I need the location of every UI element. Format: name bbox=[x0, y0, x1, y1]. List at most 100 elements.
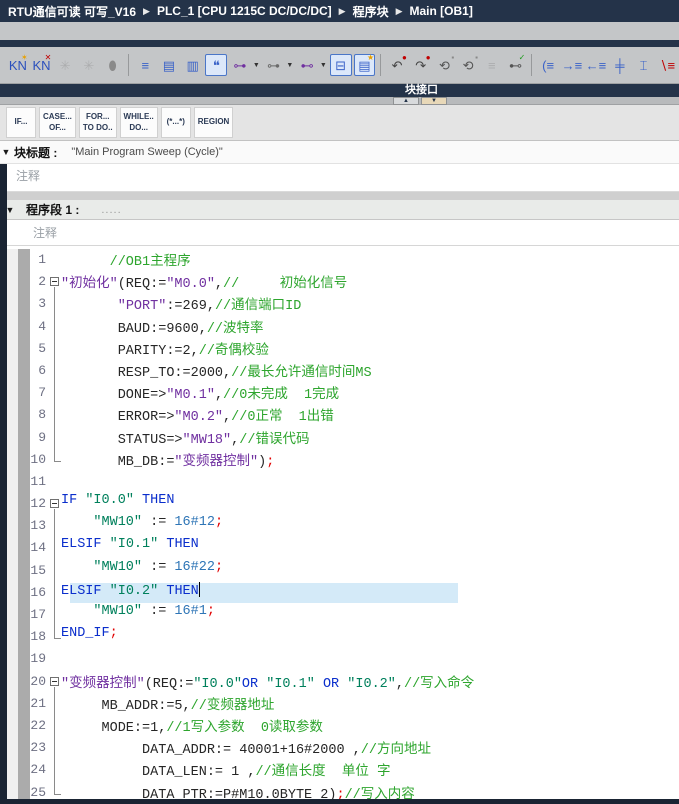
breakpoint-gutter[interactable] bbox=[18, 715, 30, 737]
code-line[interactable]: 19 bbox=[0, 648, 679, 670]
operand-kn-dropdown[interactable]: ▼ bbox=[319, 54, 328, 76]
breakpoint-gutter[interactable] bbox=[18, 560, 30, 582]
interface-collapse-button[interactable]: ▼ bbox=[421, 97, 447, 105]
retain-icon[interactable]: ⬮ bbox=[102, 54, 124, 76]
code-line[interactable]: 11 bbox=[0, 471, 679, 493]
code-line[interactable]: 8 ERROR=>"M0.2",//0正常 1出错 bbox=[0, 404, 679, 426]
operand-kn-icon[interactable]: ⊷ bbox=[296, 54, 318, 76]
block-title-collapse-icon[interactable]: ▼ bbox=[0, 147, 12, 157]
snippet-while[interactable]: WHILE..DO... bbox=[120, 107, 158, 138]
code-line-text[interactable]: END_IF; bbox=[61, 626, 118, 648]
absolute-toggle-icon[interactable]: ⊟ bbox=[330, 54, 352, 76]
code-line-text[interactable]: DATA_ADDR:= 40001+16#2000 ,//方向地址 bbox=[61, 737, 431, 759]
insert-row-before-icon[interactable]: ✳ bbox=[54, 54, 76, 76]
breakpoint-gutter[interactable] bbox=[18, 493, 30, 515]
breakpoint-gutter[interactable] bbox=[18, 449, 30, 471]
breakpoint-gutter[interactable] bbox=[18, 382, 30, 404]
code-line-text[interactable]: DATA_LEN:= 1 ,//通信长度 单位 字 bbox=[61, 759, 390, 781]
collapse-networks-icon[interactable]: ▥ bbox=[182, 54, 204, 76]
code-line-text[interactable]: ELSIF "I0.1" THEN bbox=[61, 537, 199, 559]
code-line-text[interactable]: STATUS=>"MW18",//错误代码 bbox=[61, 427, 309, 449]
code-line[interactable]: 13 "MW10" := 16#12; bbox=[0, 515, 679, 537]
snippet-for[interactable]: FOR...TO DO.. bbox=[79, 107, 117, 138]
breakpoint-gutter[interactable] bbox=[18, 671, 30, 693]
block-title-value[interactable]: "Main Program Sweep (Cycle)" bbox=[71, 146, 222, 158]
code-line[interactable]: 10 MB_DB:="变频器控制"); bbox=[0, 449, 679, 471]
code-line[interactable]: 2"初始化"(REQ:="M0.0",// 初始化信号 bbox=[0, 271, 679, 293]
expand-networks-icon[interactable]: ▤ bbox=[158, 54, 180, 76]
code-line[interactable]: 23 DATA_ADDR:= 40001+16#2000 ,//方向地址 bbox=[0, 737, 679, 759]
line-markers-icon[interactable]: ⌶ bbox=[633, 54, 655, 76]
breakpoint-gutter[interactable] bbox=[18, 316, 30, 338]
code-line-text[interactable]: MB_ADDR:=5,//变频器地址 bbox=[61, 693, 274, 715]
breadcrumb-item[interactable]: PLC_1 [CPU 1215C DC/DC/DC] bbox=[157, 4, 332, 18]
breakpoint-gutter[interactable] bbox=[18, 249, 30, 271]
delete-network-icon[interactable]: KN✕ bbox=[31, 54, 53, 76]
code-line[interactable]: 6 RESP_TO:=2000,//最长允许通信时间MS bbox=[0, 360, 679, 382]
breakpoint-gutter[interactable] bbox=[18, 582, 30, 604]
breakpoint-gutter[interactable] bbox=[18, 604, 30, 626]
code-line[interactable]: 18END_IF; bbox=[0, 626, 679, 648]
code-line-text[interactable]: DONE=>"M0.1",//0未完成 1完成 bbox=[61, 382, 339, 404]
insert-row-after-icon[interactable]: ✳ bbox=[78, 54, 100, 76]
fold-collapse-icon[interactable] bbox=[50, 277, 59, 286]
breakpoint-gutter[interactable] bbox=[18, 360, 30, 382]
code-line[interactable]: 1 //OB1主程序 bbox=[0, 249, 679, 271]
code-line[interactable]: 17 "MW10" := 16#1; bbox=[0, 604, 679, 626]
network-comment-field[interactable]: 注释 bbox=[0, 220, 679, 246]
paragraph-icon[interactable]: ≡ bbox=[481, 54, 503, 76]
format-icon[interactable]: ╪ bbox=[609, 54, 631, 76]
fold-collapse-icon[interactable] bbox=[50, 677, 59, 686]
code-line-text[interactable]: ERROR=>"M0.2",//0正常 1出错 bbox=[61, 404, 334, 426]
snippet-if[interactable]: IF... bbox=[6, 107, 36, 138]
breakpoint-gutter[interactable] bbox=[18, 427, 30, 449]
interface-expand-button[interactable]: ▲ bbox=[393, 97, 419, 105]
code-line-text[interactable]: //OB1主程序 bbox=[61, 249, 191, 271]
absolute-operand-icon[interactable]: ⊶ bbox=[229, 54, 251, 76]
code-line-text[interactable]: BAUD:=9600,//波特率 bbox=[61, 316, 264, 338]
strikethrough-icon[interactable]: ∖≡ bbox=[656, 54, 678, 76]
show-networks-icon[interactable]: ≡ bbox=[134, 54, 156, 76]
indent-icon[interactable]: →≡ bbox=[561, 54, 583, 76]
code-line[interactable]: 15 "MW10" := 16#22; bbox=[0, 560, 679, 582]
breakpoint-gutter[interactable] bbox=[18, 693, 30, 715]
prev-error-icon[interactable]: ↶● bbox=[386, 54, 408, 76]
code-line[interactable]: 21 MB_ADDR:=5,//变频器地址 bbox=[0, 693, 679, 715]
code-line-text[interactable]: "PORT":=269,//通信端口ID bbox=[61, 293, 301, 315]
breakpoint-gutter[interactable] bbox=[18, 293, 30, 315]
network-header[interactable]: ▼ 程序段 1 : ..... bbox=[0, 200, 679, 220]
snippet-region[interactable]: REGION bbox=[194, 107, 234, 138]
code-line[interactable]: 3 "PORT":=269,//通信端口ID bbox=[0, 293, 679, 315]
breadcrumb-item[interactable]: Main [OB1] bbox=[410, 4, 473, 18]
code-line-text[interactable]: "MW10" := 16#1; bbox=[61, 604, 215, 626]
breakpoint-gutter[interactable] bbox=[18, 759, 30, 781]
code-line[interactable]: 7 DONE=>"M0.1",//0未完成 1完成 bbox=[0, 382, 679, 404]
next-error-icon[interactable]: ↷● bbox=[410, 54, 432, 76]
breakpoint-gutter[interactable] bbox=[18, 271, 30, 293]
breadcrumb-item[interactable]: RTU通信可读 可写_V16 bbox=[8, 3, 136, 20]
code-line-text[interactable]: "MW10" := 16#12; bbox=[61, 515, 223, 537]
code-line-text[interactable]: IF "I0.0" THEN bbox=[61, 493, 174, 515]
code-line[interactable]: 24 DATA_LEN:= 1 ,//通信长度 单位 字 bbox=[0, 759, 679, 781]
code-line[interactable]: 9 STATUS=>"MW18",//错误代码 bbox=[0, 427, 679, 449]
breadcrumb-item[interactable]: 程序块 bbox=[353, 3, 389, 20]
absolute-operand-dropdown[interactable]: ▼ bbox=[252, 54, 261, 76]
code-line-text[interactable]: "变频器控制"(REQ:="I0.0"OR "I0.1" OR "I0.2",/… bbox=[61, 671, 474, 693]
code-line-text[interactable]: "MW10" := 16#22; bbox=[61, 560, 223, 582]
code-line[interactable]: 16ELSIF "I0.2" THEN bbox=[0, 582, 679, 604]
code-line[interactable]: 14ELSIF "I0.1" THEN bbox=[0, 537, 679, 559]
symbolic-operand-icon[interactable]: ⊶ bbox=[263, 54, 285, 76]
code-line-text[interactable]: PARITY:=2,//奇偶校验 bbox=[61, 338, 269, 360]
scl-code-editor[interactable]: 1 //OB1主程序2"初始化"(REQ:="M0.0",// 初始化信号3 "… bbox=[0, 246, 679, 804]
block-interface-bar[interactable]: 块接口 bbox=[0, 84, 679, 97]
favorites-toggle-icon[interactable]: ▤★ bbox=[354, 54, 376, 76]
code-line-text[interactable]: MB_DB:="变频器控制"); bbox=[61, 449, 274, 471]
code-line[interactable]: 22 MODE:=1,//1写入参数 0读取参数 bbox=[0, 715, 679, 737]
new-network-icon[interactable]: KN✶ bbox=[7, 54, 29, 76]
block-comment-field[interactable]: 注释 bbox=[0, 164, 679, 192]
breakpoint-gutter[interactable] bbox=[18, 338, 30, 360]
snippet-comment[interactable]: (*...*) bbox=[161, 107, 191, 138]
breakpoint-gutter[interactable] bbox=[18, 737, 30, 759]
symbolic-operand-dropdown[interactable]: ▼ bbox=[285, 54, 294, 76]
breakpoint-gutter[interactable] bbox=[18, 404, 30, 426]
